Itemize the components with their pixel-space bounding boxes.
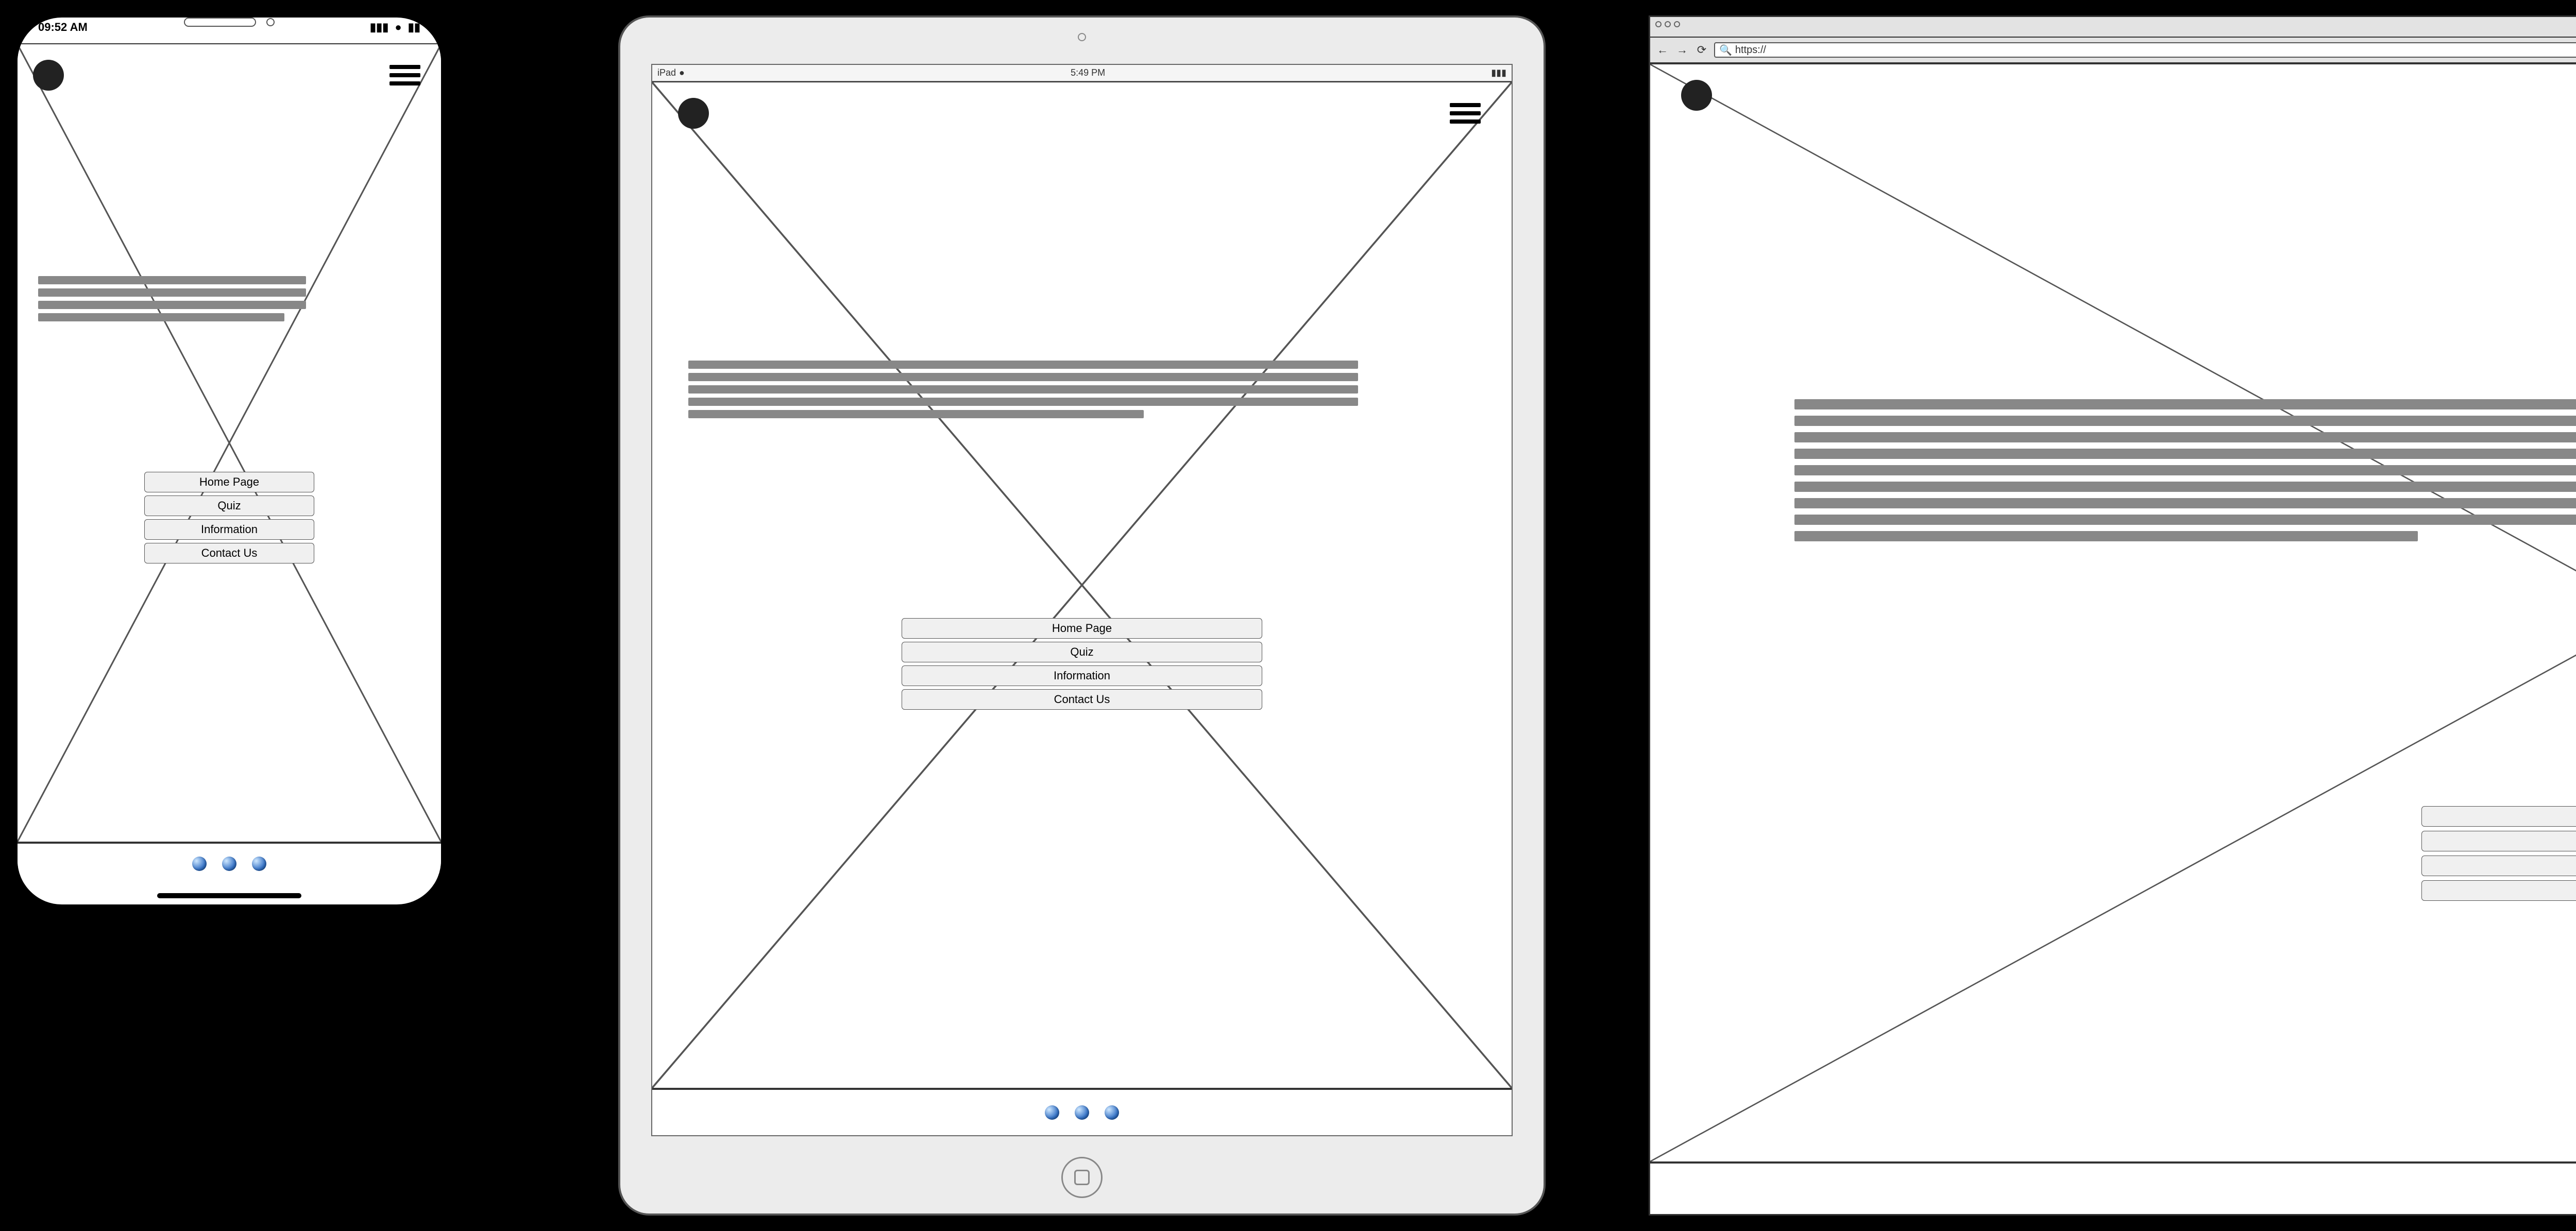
camera-icon bbox=[266, 18, 275, 26]
device-label: iPad bbox=[657, 67, 676, 78]
browser-toolbar: ← → ⟳ 🔍 https:// bbox=[1650, 38, 2576, 63]
footer bbox=[652, 1089, 1512, 1135]
logo-icon bbox=[678, 98, 709, 129]
hero-text-placeholder bbox=[688, 361, 1358, 418]
url-bar[interactable]: 🔍 https:// bbox=[1714, 42, 2576, 58]
information-button[interactable]: Information bbox=[902, 665, 1262, 686]
tablet-time: 5:49 PM bbox=[1071, 67, 1105, 78]
globe-icon[interactable] bbox=[192, 857, 207, 871]
home-page-button[interactable]: Home Page bbox=[902, 618, 1262, 639]
contact-us-button[interactable]: Contact Us bbox=[902, 689, 1262, 710]
contact-us-button[interactable]: Contact Us bbox=[144, 543, 314, 563]
globe-icon[interactable] bbox=[222, 857, 236, 871]
hero-image-placeholder: Home Page Quiz Information Contact Us bbox=[18, 43, 441, 843]
hero-image-placeholder: Home Page Quiz Information Contact Us bbox=[652, 81, 1512, 1089]
main-buttons: Home Page Quiz Information Contact Us bbox=[902, 618, 1262, 710]
phone-status-icons: ▮▮▮ ● ▮▮ bbox=[367, 21, 420, 34]
logo-icon bbox=[33, 60, 64, 91]
footer bbox=[1650, 1162, 2576, 1214]
speaker-icon bbox=[184, 18, 256, 27]
hamburger-icon bbox=[1450, 103, 1481, 107]
menu-button[interactable] bbox=[389, 65, 420, 86]
tablet-status-bar: iPad ● 5:49 PM ▮▮▮ bbox=[652, 65, 1512, 81]
battery-icon: ▮▮▮ bbox=[1491, 67, 1506, 78]
main-buttons: Home Page Quiz Information Contact Us bbox=[2421, 806, 2576, 901]
home-page-button[interactable]: Home Page bbox=[144, 472, 314, 492]
hero-text-placeholder bbox=[38, 276, 306, 321]
menu-button[interactable] bbox=[1450, 103, 1481, 124]
hero-text-placeholder bbox=[1794, 399, 2576, 541]
browser-title-bar: A Web Page bbox=[1650, 17, 2576, 38]
information-button[interactable]: Information bbox=[144, 519, 314, 540]
camera-icon bbox=[1078, 33, 1086, 41]
reload-button[interactable]: ⟳ bbox=[1694, 43, 1709, 57]
wifi-icon: ● bbox=[395, 21, 401, 33]
signal-icon: ▮▮▮ bbox=[370, 21, 388, 33]
home-indicator[interactable] bbox=[157, 893, 301, 898]
globe-icon[interactable] bbox=[1045, 1105, 1059, 1120]
window-controls[interactable] bbox=[1655, 21, 1680, 27]
home-button[interactable] bbox=[1061, 1157, 1103, 1198]
information-button[interactable]: Information bbox=[2421, 856, 2576, 876]
phone-time: 09:52 AM bbox=[38, 21, 88, 34]
battery-icon: ▮▮ bbox=[408, 21, 420, 33]
back-button[interactable]: ← bbox=[1655, 43, 1670, 57]
main-buttons: Home Page Quiz Information Contact Us bbox=[144, 472, 314, 563]
contact-us-button[interactable]: Contact Us bbox=[2421, 880, 2576, 901]
tablet-device-frame: iPad ● 5:49 PM ▮▮▮ bbox=[618, 15, 1546, 1216]
globe-icon[interactable] bbox=[1075, 1105, 1089, 1120]
wifi-icon: ● bbox=[679, 67, 685, 78]
home-page-button[interactable]: Home Page bbox=[2421, 806, 2576, 827]
globe-icon[interactable] bbox=[252, 857, 266, 871]
browser-window: A Web Page ← → ⟳ 🔍 https:// Home| Quiz| … bbox=[1649, 15, 2576, 1216]
hamburger-icon bbox=[389, 65, 420, 69]
hero-image-placeholder: Home| Quiz| Information| Contact bbox=[1650, 63, 2576, 1162]
quiz-button[interactable]: Quiz bbox=[2421, 831, 2576, 851]
url-text: https:// bbox=[1735, 44, 1766, 56]
footer bbox=[18, 843, 441, 884]
phone-notch bbox=[184, 18, 275, 27]
search-icon: 🔍 bbox=[1719, 44, 1732, 57]
forward-button[interactable]: → bbox=[1675, 43, 1689, 57]
quiz-button[interactable]: Quiz bbox=[144, 495, 314, 516]
quiz-button[interactable]: Quiz bbox=[902, 642, 1262, 662]
phone-device-frame: 09:52 AM ▮▮▮ ● ▮▮ bbox=[15, 15, 443, 907]
logo-icon bbox=[1681, 80, 1712, 111]
globe-icon[interactable] bbox=[1105, 1105, 1119, 1120]
